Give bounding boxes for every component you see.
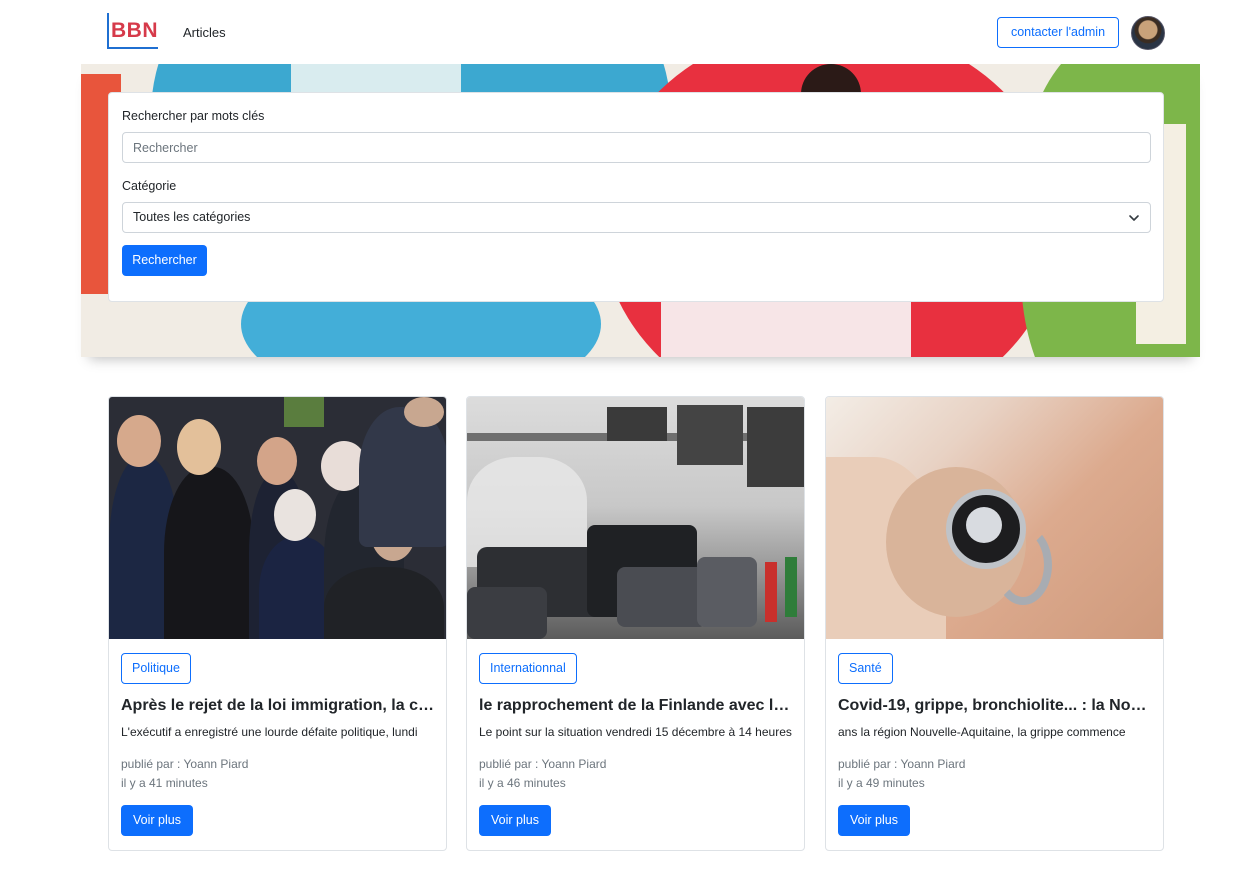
navbar: BBN Articles contacter l'admin [0,0,1243,64]
read-more-button[interactable]: Voir plus [479,805,551,836]
category-badge[interactable]: Politique [121,653,191,684]
category-selected-value: Toutes les catégories [133,210,251,224]
brand-logo[interactable]: BBN [107,13,158,49]
keywords-label: Rechercher par mots clés [122,109,265,123]
article-author: publié par : Yoann Piard [479,757,607,771]
article-image [826,397,1163,639]
article-card: Internationnal le rapprochement de la Fi… [466,396,805,851]
article-card: Politique Après le rejet de la loi immig… [108,396,447,851]
article-image [109,397,446,639]
read-more-button[interactable]: Voir plus [121,805,193,836]
avatar[interactable] [1131,16,1165,50]
article-time: il y a 49 minutes [838,776,925,790]
category-badge[interactable]: Internationnal [479,653,577,684]
chevron-down-icon [1129,215,1139,221]
article-title: Covid-19, grippe, bronchiolite... : la N… [838,697,1152,714]
article-author: publié par : Yoann Piard [838,757,966,771]
article-author: publié par : Yoann Piard [121,757,249,771]
search-card: Rechercher par mots clés Catégorie Toute… [108,92,1164,302]
category-badge[interactable]: Santé [838,653,893,684]
article-title: le rapprochement de la Finlande avec l'O… [479,697,793,714]
read-more-button[interactable]: Voir plus [838,805,910,836]
nav-link-articles[interactable]: Articles [183,25,226,40]
search-button[interactable]: Rechercher [122,245,207,276]
article-title: Après le rejet de la loi immigration, la… [121,697,435,714]
article-excerpt: L'exécutif a enregistré une lourde défai… [121,725,418,739]
article-excerpt: Le point sur la situation vendredi 15 dé… [479,725,792,739]
search-input[interactable] [122,132,1151,163]
category-label: Catégorie [122,179,177,193]
article-image [467,397,804,639]
article-time: il y a 46 minutes [479,776,566,790]
contact-admin-button[interactable]: contacter l'admin [997,17,1119,48]
article-card: Santé Covid-19, grippe, bronchiolite... … [825,396,1164,851]
article-time: il y a 41 minutes [121,776,208,790]
category-select[interactable]: Toutes les catégories [122,202,1151,233]
article-excerpt: ans la région Nouvelle-Aquitaine, la gri… [838,725,1126,739]
